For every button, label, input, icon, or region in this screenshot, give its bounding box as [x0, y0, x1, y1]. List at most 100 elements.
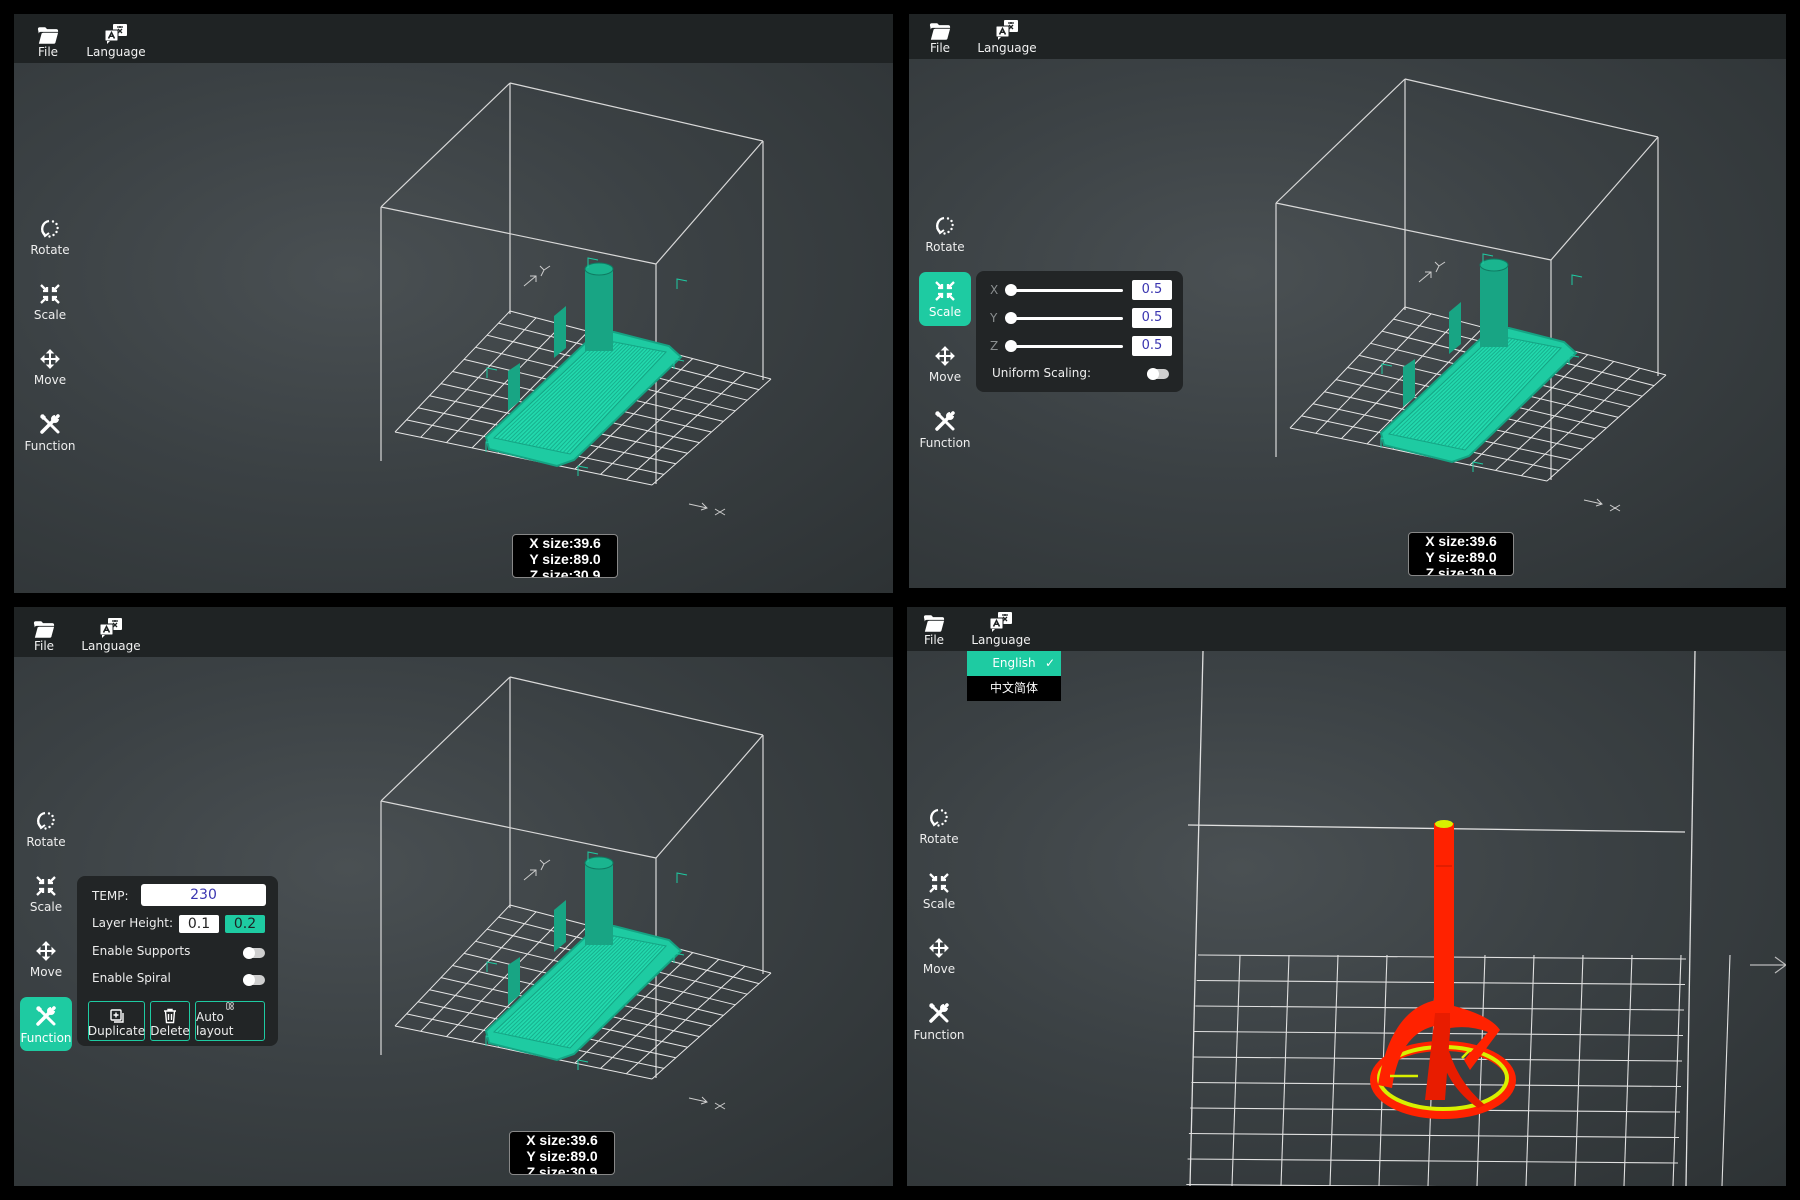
build-box-edge: [509, 82, 764, 142]
file-button[interactable]: File: [917, 614, 951, 651]
language-option-chinese[interactable]: 中文简体: [967, 676, 1061, 701]
move-label: Move: [922, 961, 956, 976]
language-button[interactable]: Language: [977, 19, 1037, 59]
folder-icon: [37, 26, 59, 45]
model-size-readout: X size:39.6 Y size:89.0 Z size:30.9: [509, 1131, 615, 1175]
layer-height-0-1-button[interactable]: 0.1: [179, 915, 219, 933]
folder-icon: [929, 22, 951, 41]
panel-language-preview-view: File Language Rotate Scale Move Function…: [907, 607, 1786, 1186]
move-icon: [928, 937, 950, 959]
build-box-edge: [380, 206, 657, 265]
temp-label: TEMP:: [92, 889, 129, 903]
3d-viewport[interactable]: [14, 63, 893, 593]
build-box-edge: [1189, 650, 1204, 1186]
enable-supports-toggle[interactable]: [243, 947, 265, 959]
bed-grid-line: [1231, 954, 1241, 1186]
tools-icon: [927, 1001, 951, 1025]
tool-sidebar: Rotate Scale Move Function: [913, 799, 965, 1059]
z-size: Z size:30.9: [1425, 565, 1497, 576]
y-scale-input[interactable]: 0.5: [1132, 308, 1172, 328]
selection-bracket: [486, 961, 498, 972]
file-label: File: [923, 633, 945, 647]
bed-grid-line: [1525, 954, 1535, 1186]
build-box-edge: [380, 676, 511, 802]
build-box-edge: [1275, 78, 1406, 204]
build-box-edge: [655, 140, 764, 265]
y-axis-arrow: [523, 265, 551, 287]
layout-icon: [226, 1002, 234, 1010]
delete-label: Delete: [150, 1024, 190, 1038]
language-icon: [103, 23, 129, 45]
duplicate-button[interactable]: Duplicate: [88, 1001, 145, 1041]
z-axis-label: Z: [990, 339, 999, 353]
model-post: [554, 306, 566, 358]
check-icon: ✓: [1044, 656, 1055, 670]
function-button[interactable]: Function: [913, 994, 965, 1048]
x-axis-label: X: [990, 283, 999, 297]
function-popup: TEMP: 230 Layer Height: 0.1 0.2 Enable S…: [77, 876, 278, 1046]
scale-button[interactable]: Scale: [913, 864, 965, 918]
language-label: Language: [81, 639, 141, 653]
folder-icon: [923, 614, 945, 633]
language-option-label: English: [992, 656, 1036, 670]
auto-layout-button[interactable]: Auto layout: [195, 1001, 265, 1041]
model-pillar-top: [584, 262, 614, 276]
language-icon: [988, 611, 1014, 633]
temp-input[interactable]: 230: [141, 884, 266, 906]
x-scale-slider[interactable]: [1008, 289, 1123, 292]
language-button[interactable]: Language: [971, 611, 1031, 651]
x-axis-arrow: [1750, 956, 1786, 974]
x-axis-arrow: [1583, 498, 1621, 512]
delete-button[interactable]: Delete: [150, 1001, 190, 1041]
uniform-scaling-toggle[interactable]: [1147, 368, 1169, 380]
scale-label: Scale: [922, 896, 956, 911]
3d-viewport[interactable]: [907, 650, 1786, 1186]
x-slider-handle[interactable]: [1005, 284, 1017, 296]
language-option-label: 中文简体: [989, 681, 1038, 695]
move-button[interactable]: Move: [913, 929, 965, 983]
x-scale-input[interactable]: 0.5: [1132, 280, 1172, 300]
top-toolbar: File Language: [14, 607, 893, 657]
model-size-readout: X size:39.6 Y size:89.0 Z size:30.9: [1408, 532, 1514, 576]
bed-grid-line: [1186, 1183, 1438, 1186]
build-box-edge: [1550, 136, 1659, 261]
z-scale-slider[interactable]: [1008, 345, 1123, 348]
enable-spiral-toggle[interactable]: [243, 974, 265, 986]
y-scale-slider[interactable]: [1008, 317, 1123, 320]
language-button[interactable]: Language: [86, 23, 146, 63]
file-button[interactable]: File: [31, 26, 65, 63]
panel-function-view: File Language Rotate Scale Move Function…: [14, 607, 893, 1186]
build-box-edge: [1275, 202, 1552, 261]
z-slider-handle[interactable]: [1005, 340, 1017, 352]
language-button[interactable]: Language: [81, 617, 141, 657]
file-label: File: [929, 41, 951, 55]
file-label: File: [33, 639, 55, 653]
layer-height-label: Layer Height:: [92, 916, 173, 930]
model-post: [1449, 302, 1461, 354]
selection-bracket: [1381, 363, 1393, 374]
top-toolbar: File Language: [907, 607, 1786, 651]
y-slider-handle[interactable]: [1005, 312, 1017, 324]
x-size: X size:39.6: [526, 1132, 598, 1148]
selection-bracket: [486, 367, 498, 378]
file-button[interactable]: File: [27, 620, 61, 657]
function-label: Function: [913, 1027, 965, 1042]
file-button[interactable]: File: [923, 22, 957, 59]
language-icon: [994, 19, 1020, 41]
x-axis-arrow: [688, 1096, 726, 1110]
x-size: X size:39.6: [1425, 533, 1497, 549]
selection-bracket: [676, 278, 688, 289]
language-label: Language: [977, 41, 1037, 55]
bed-grid-line: [1623, 954, 1633, 1186]
top-toolbar: File Language: [14, 14, 893, 63]
z-scale-input[interactable]: 0.5: [1132, 336, 1172, 356]
language-option-english[interactable]: English ✓: [967, 651, 1061, 676]
duplicate-icon: [109, 1009, 124, 1023]
scale-icon: [928, 872, 950, 894]
model-pillar-top: [584, 856, 614, 870]
trash-icon: [164, 1008, 176, 1024]
rotate-button[interactable]: Rotate: [913, 799, 965, 853]
language-icon: [98, 617, 124, 639]
rotate-label: Rotate: [919, 831, 959, 846]
layer-height-0-2-button[interactable]: 0.2: [225, 915, 265, 933]
